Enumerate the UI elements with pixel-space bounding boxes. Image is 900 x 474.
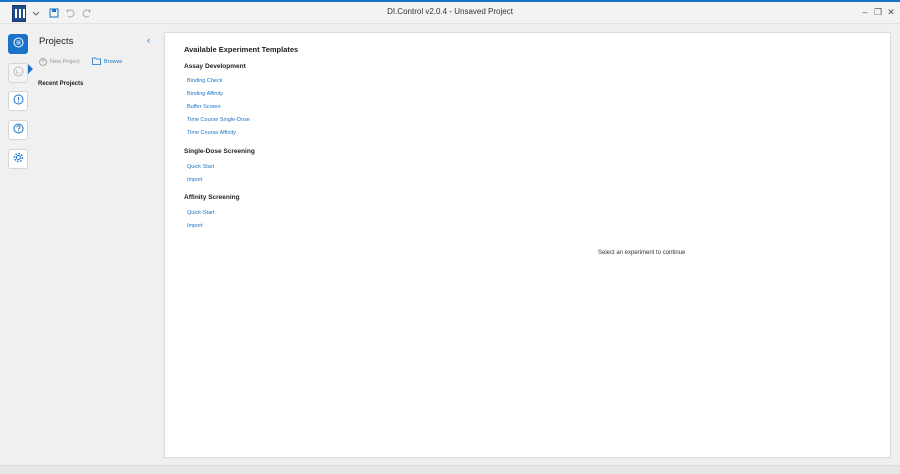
template-link-quick-start[interactable]: Quick Start bbox=[187, 164, 214, 170]
plus-icon: + bbox=[39, 58, 47, 66]
recent-projects-heading: Recent Projects bbox=[38, 81, 84, 87]
experiment-icon bbox=[13, 64, 24, 82]
template-link-binding-affinity[interactable]: Binding Affinity bbox=[187, 91, 223, 97]
new-project-label: New Project bbox=[50, 59, 80, 65]
template-link-binding-check[interactable]: Binding Check bbox=[187, 78, 222, 84]
rail-help-button[interactable] bbox=[8, 120, 28, 140]
gear-icon bbox=[13, 150, 24, 168]
help-icon bbox=[13, 121, 24, 139]
browse-label: Browse bbox=[104, 59, 123, 65]
template-link-import[interactable]: Import bbox=[187, 177, 203, 183]
empty-state-hint: Select an experiment to continue bbox=[598, 250, 686, 256]
window-title: DI.Control v2.0.4 - Unsaved Project bbox=[387, 7, 513, 16]
template-link-affinity-import[interactable]: Import bbox=[187, 223, 203, 229]
close-icon[interactable]: ✕ bbox=[886, 7, 896, 18]
title-bar: DI.Control v2.0.4 - Unsaved Project – ❐ … bbox=[0, 2, 900, 24]
projects-panel: Projects ‹ + New Project Browse Recent P… bbox=[34, 25, 160, 465]
page-title: Available Experiment Templates bbox=[184, 45, 299, 54]
template-link-affinity-quick-start[interactable]: Quick-Start bbox=[187, 210, 215, 216]
info-icon bbox=[13, 92, 24, 110]
main-content: Available Experiment Templates Assay Dev… bbox=[164, 32, 891, 458]
section-title-affinity-screening: Affinity Screening bbox=[184, 194, 240, 201]
active-indicator bbox=[28, 64, 33, 74]
status-bar bbox=[0, 465, 900, 474]
template-link-time-course-affinity[interactable]: Time Course Affinity bbox=[187, 130, 236, 136]
rail-projects-button[interactable] bbox=[8, 34, 28, 54]
browse-button[interactable]: Browse bbox=[92, 56, 122, 68]
template-link-time-course-single-dose[interactable]: Time Course Single-Dose bbox=[187, 117, 250, 123]
rail-experiment-button[interactable] bbox=[8, 63, 28, 83]
template-link-buffer-screen[interactable]: Buffer Screen bbox=[187, 104, 221, 110]
collapse-panel-icon[interactable]: ‹ bbox=[147, 35, 150, 45]
side-rail bbox=[0, 25, 34, 465]
panel-title: Projects bbox=[39, 36, 74, 47]
projects-icon bbox=[13, 35, 24, 53]
restore-icon[interactable]: ❐ bbox=[873, 7, 883, 18]
section-title-assay-development: Assay Development bbox=[184, 63, 246, 70]
section-title-single-dose-screening: Single-Dose Screening bbox=[184, 148, 255, 155]
new-project-button[interactable]: + New Project bbox=[39, 56, 87, 68]
rail-settings-button[interactable] bbox=[8, 149, 28, 169]
rail-info-button[interactable] bbox=[8, 91, 28, 111]
folder-search-icon bbox=[92, 57, 101, 67]
minimize-icon[interactable]: – bbox=[860, 7, 870, 17]
